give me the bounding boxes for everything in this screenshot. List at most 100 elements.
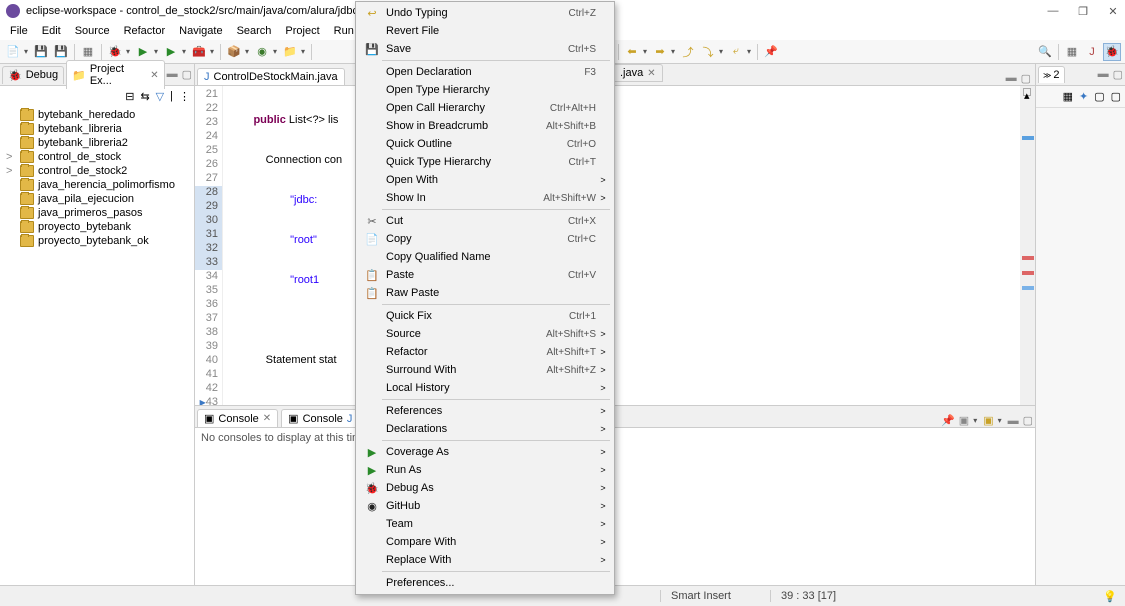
maximize-view-icon[interactable]: ▢ bbox=[182, 68, 192, 81]
tab-project-explorer[interactable]: 📁Project Ex...✕ bbox=[66, 60, 164, 89]
minimize-console-icon[interactable]: ▬ bbox=[1008, 415, 1019, 427]
tree-item-java_primeros_pasos[interactable]: java_primeros_pasos bbox=[4, 206, 190, 220]
outline-icon-3[interactable]: ▢ bbox=[1094, 90, 1104, 103]
ctx-debug-as[interactable]: 🐞Debug As> bbox=[358, 479, 612, 497]
nav-next-icon[interactable]: ⤵ bbox=[699, 43, 717, 61]
ctx-surround-with[interactable]: Surround WithAlt+Shift+Z> bbox=[358, 361, 612, 379]
outline-icon-1[interactable]: ▦ bbox=[1063, 90, 1073, 103]
menu-refactor[interactable]: Refactor bbox=[118, 23, 172, 39]
ctx-declarations[interactable]: Declarations> bbox=[358, 420, 612, 438]
nav-last-icon[interactable]: ⤴ bbox=[679, 43, 697, 61]
outline-icon-2[interactable]: ✦ bbox=[1079, 90, 1088, 103]
save-icon[interactable]: 💾 bbox=[32, 43, 50, 61]
close-icon[interactable]: ✕ bbox=[647, 68, 655, 79]
menu-search[interactable]: Search bbox=[231, 23, 278, 39]
ctx-refactor[interactable]: RefactorAlt+Shift+T> bbox=[358, 343, 612, 361]
ctx-replace-with[interactable]: Replace With> bbox=[358, 551, 612, 569]
tip-icon[interactable]: 💡 bbox=[1103, 590, 1125, 603]
ctx-paste[interactable]: 📋PasteCtrl+V bbox=[358, 266, 612, 284]
vertical-scrollbar[interactable]: ▴ bbox=[1020, 86, 1035, 405]
ctx-team[interactable]: Team> bbox=[358, 515, 612, 533]
ctx-undo-typing[interactable]: ↩Undo TypingCtrl+Z bbox=[358, 4, 612, 22]
menu-source[interactable]: Source bbox=[69, 23, 116, 39]
tree-item-proyecto_bytebank[interactable]: proyecto_bytebank bbox=[4, 220, 190, 234]
ctx-preferences[interactable]: Preferences... bbox=[358, 574, 612, 592]
toggle-icon[interactable]: ▦ bbox=[79, 43, 97, 61]
maximize-button[interactable]: ❐ bbox=[1077, 5, 1089, 17]
ctx-show-in-breadcrumb[interactable]: Show in BreadcrumbAlt+Shift+B bbox=[358, 117, 612, 135]
minimize-right-icon[interactable]: ▬ bbox=[1098, 68, 1109, 81]
open-perspective-icon[interactable]: ▦ bbox=[1063, 43, 1081, 61]
ctx-coverage-as[interactable]: ▶Coverage As> bbox=[358, 443, 612, 461]
tree-item-control_de_stock[interactable]: >control_de_stock bbox=[4, 150, 190, 164]
new-package-icon[interactable]: 📦 bbox=[225, 43, 243, 61]
editor-tab-control[interactable]: JControlDeStockMain.java bbox=[197, 68, 345, 85]
tree-item-proyecto_bytebank_ok[interactable]: proyecto_bytebank_ok bbox=[4, 234, 190, 248]
tree-item-java_pila_ejecucion[interactable]: java_pila_ejecucion bbox=[4, 192, 190, 206]
nav-back-icon[interactable]: ⬅ bbox=[623, 43, 641, 61]
java-perspective-icon[interactable]: J bbox=[1083, 43, 1101, 61]
ctx-raw-paste[interactable]: 📋Raw Paste bbox=[358, 284, 612, 302]
ctx-copy[interactable]: 📄CopyCtrl+C bbox=[358, 230, 612, 248]
run-icon[interactable]: ▶ bbox=[134, 43, 152, 61]
debug-icon[interactable]: 🐞 bbox=[106, 43, 124, 61]
ctx-compare-with[interactable]: Compare With> bbox=[358, 533, 612, 551]
ctx-save[interactable]: 💾SaveCtrl+S bbox=[358, 40, 612, 58]
ctx-revert-file[interactable]: Revert File bbox=[358, 22, 612, 40]
display-console-icon[interactable]: ▣ bbox=[959, 414, 969, 427]
menu-edit[interactable]: Edit bbox=[36, 23, 67, 39]
ctx-quick-outline[interactable]: Quick OutlineCtrl+O bbox=[358, 135, 612, 153]
tree-item-bytebank_libreria2[interactable]: bytebank_libreria2 bbox=[4, 136, 190, 150]
new-class-icon[interactable]: ◉ bbox=[253, 43, 271, 61]
ctx-show-in[interactable]: Show InAlt+Shift+W> bbox=[358, 189, 612, 207]
filter-icon[interactable]: ▽ bbox=[156, 90, 164, 103]
ext-tools-icon[interactable]: 🧰 bbox=[190, 43, 208, 61]
ctx-open-type-hierarchy[interactable]: Open Type Hierarchy bbox=[358, 81, 612, 99]
menu-file[interactable]: File bbox=[4, 23, 34, 39]
nav-prev-icon[interactable]: ⤶ bbox=[727, 43, 745, 61]
view-menu-icon[interactable]: ⋮ bbox=[179, 90, 190, 103]
ctx-github[interactable]: ◉GitHub> bbox=[358, 497, 612, 515]
tree-item-control_de_stock2[interactable]: >control_de_stock2 bbox=[4, 164, 190, 178]
new-folder-icon[interactable]: 📁 bbox=[281, 43, 299, 61]
ctx-open-call-hierarchy[interactable]: Open Call HierarchyCtrl+Alt+H bbox=[358, 99, 612, 117]
ctx-cut[interactable]: ✂CutCtrl+X bbox=[358, 212, 612, 230]
collapse-icon[interactable]: ⊟ bbox=[125, 90, 134, 103]
pin-console-icon[interactable]: 📌 bbox=[941, 414, 955, 427]
tree-item-bytebank_libreria[interactable]: bytebank_libreria bbox=[4, 122, 190, 136]
close-icon[interactable]: ✕ bbox=[150, 70, 158, 81]
link-icon[interactable]: ⇆ bbox=[140, 90, 149, 103]
tree-item-java_herencia_polimorfismo[interactable]: java_herencia_polimorfismo bbox=[4, 178, 190, 192]
search-icon[interactable]: 🔍 bbox=[1036, 43, 1054, 61]
save-all-icon[interactable]: 💾 bbox=[52, 43, 70, 61]
tree-item-bytebank_heredado[interactable]: bytebank_heredado bbox=[4, 108, 190, 122]
debug-perspective-icon[interactable]: 🐞 bbox=[1103, 43, 1121, 61]
pin-icon[interactable]: 📌 bbox=[762, 43, 780, 61]
console-tab-1[interactable]: ▣Console✕ bbox=[197, 409, 278, 427]
ctx-open-with[interactable]: Open With> bbox=[358, 171, 612, 189]
maximize-editor-icon[interactable]: ▢ bbox=[1021, 72, 1031, 85]
menu-navigate[interactable]: Navigate bbox=[173, 23, 228, 39]
maximize-right-icon[interactable]: ▢ bbox=[1113, 68, 1123, 81]
code-editor[interactable]: public List<?> lis Connection con "jdbc:… bbox=[223, 86, 1035, 405]
ctx-copy-qualified-name[interactable]: Copy Qualified Name bbox=[358, 248, 612, 266]
ctx-open-declaration[interactable]: Open DeclarationF3 bbox=[358, 63, 612, 81]
editor-tab-extra[interactable]: .java✕ bbox=[613, 64, 663, 82]
close-button[interactable]: ✕ bbox=[1107, 5, 1119, 17]
menu-project[interactable]: Project bbox=[279, 23, 325, 39]
close-icon[interactable]: ✕ bbox=[263, 413, 271, 424]
minimize-button[interactable]: — bbox=[1047, 5, 1059, 17]
outline-icon-4[interactable]: ▢ bbox=[1111, 90, 1121, 103]
ctx-references[interactable]: References> bbox=[358, 402, 612, 420]
minimize-editor-icon[interactable]: ▬ bbox=[1006, 72, 1017, 85]
ctx-quick-type-hierarchy[interactable]: Quick Type HierarchyCtrl+T bbox=[358, 153, 612, 171]
maximize-console-icon[interactable]: ▢ bbox=[1023, 414, 1033, 427]
new-icon[interactable]: 📄 bbox=[4, 43, 22, 61]
tab-right[interactable]: ≫2 bbox=[1038, 66, 1065, 83]
coverage-icon[interactable]: ▶ bbox=[162, 43, 180, 61]
nav-fwd-icon[interactable]: ➡ bbox=[651, 43, 669, 61]
new-console-icon[interactable]: ▣ bbox=[983, 414, 993, 427]
ctx-source[interactable]: SourceAlt+Shift+S> bbox=[358, 325, 612, 343]
console-tab-2[interactable]: ▣ConsoleJ bbox=[281, 409, 359, 427]
ctx-quick-fix[interactable]: Quick FixCtrl+1 bbox=[358, 307, 612, 325]
